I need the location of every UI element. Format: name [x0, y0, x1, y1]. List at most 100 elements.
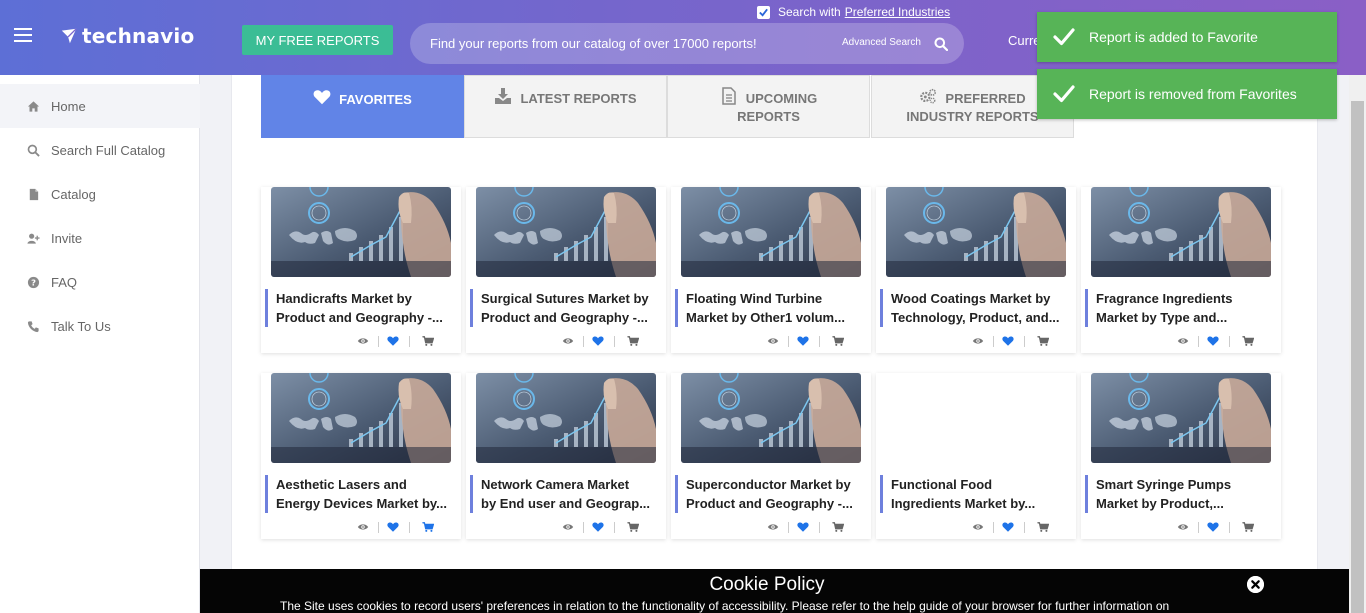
cart-icon[interactable]: [421, 334, 435, 348]
tab-favorites[interactable]: FAVORITES: [261, 75, 464, 138]
report-thumbnail[interactable]: [271, 373, 451, 463]
report-thumbnail[interactable]: [476, 373, 656, 463]
report-thumbnail[interactable]: [1091, 187, 1271, 277]
favorite-heart-icon[interactable]: [591, 520, 605, 534]
cart-icon[interactable]: [626, 334, 640, 348]
close-cookie-button[interactable]: [1247, 576, 1264, 593]
report-card[interactable]: Fragrance Ingredients Market by Type and.…: [1081, 187, 1281, 353]
cart-icon[interactable]: [831, 334, 845, 348]
favorite-heart-icon[interactable]: [796, 520, 810, 534]
sidebar-item-home[interactable]: Home: [0, 84, 200, 128]
favorite-heart-icon[interactable]: [386, 334, 400, 348]
toast-added-favorite[interactable]: Report is added to Favorite: [1037, 12, 1337, 62]
report-title-line1: Network Camera Market: [481, 477, 630, 492]
view-icon[interactable]: [356, 334, 370, 348]
report-title-line2: Technology, Product, and...: [891, 310, 1060, 325]
preferred-checkbox[interactable]: [757, 5, 770, 19]
favorite-heart-icon[interactable]: [796, 334, 810, 348]
tab-upcoming-reports[interactable]: UPCOMING REPORTS: [667, 75, 870, 138]
report-thumbnail[interactable]: [886, 373, 1066, 463]
file-icon: [26, 187, 40, 201]
report-card[interactable]: Smart Syringe Pumps Market by Product,...: [1081, 373, 1281, 539]
view-icon[interactable]: [1176, 334, 1190, 348]
report-thumbnail[interactable]: [681, 187, 861, 277]
tab-latest-reports[interactable]: LATEST REPORTS: [464, 75, 667, 138]
report-card[interactable]: Network Camera Market by End user and Geo…: [466, 373, 666, 539]
report-title-line2: Ingredients Market by...: [891, 496, 1036, 511]
report-card[interactable]: Handicrafts Market by Product and Geograp…: [261, 187, 461, 353]
report-thumbnail[interactable]: [1091, 373, 1271, 463]
sidebar-item-label: Talk To Us: [51, 318, 111, 334]
cart-icon[interactable]: [1036, 334, 1050, 348]
cart-icon[interactable]: [421, 520, 435, 534]
sidebar-item-talk-to-us[interactable]: Talk To Us: [0, 304, 200, 348]
technavio-logo[interactable]: technavio: [60, 24, 194, 48]
report-title-line2: Market by Type and...: [1096, 310, 1228, 325]
report-thumbnail[interactable]: [681, 373, 861, 463]
currency-selector[interactable]: Curre: [1008, 33, 1041, 48]
sidebar-item-search-full-catalog[interactable]: Search Full Catalog: [0, 128, 200, 172]
favorite-heart-icon[interactable]: [591, 334, 605, 348]
cookie-banner: Cookie Policy The Site uses cookies to r…: [200, 569, 1349, 613]
report-title[interactable]: Functional Food Ingredients Market by...: [880, 475, 1070, 513]
close-icon: [1247, 576, 1264, 593]
favorite-heart-icon[interactable]: [1001, 334, 1015, 348]
report-thumbnail[interactable]: [271, 187, 451, 277]
report-title[interactable]: Smart Syringe Pumps Market by Product,...: [1085, 475, 1275, 513]
view-icon[interactable]: [561, 520, 575, 534]
favorite-heart-icon[interactable]: [1206, 334, 1220, 348]
view-icon[interactable]: [971, 520, 985, 534]
search-bar[interactable]: Find your reports from our catalog of ov…: [410, 23, 964, 64]
advanced-search-link[interactable]: Advanced Search: [842, 37, 921, 48]
sidebar-item-faq[interactable]: ? FAQ: [0, 260, 200, 304]
report-card[interactable]: Functional Food Ingredients Market by...: [876, 373, 1076, 539]
report-card[interactable]: Wood Coatings Market by Technology, Produ…: [876, 187, 1076, 353]
report-card[interactable]: Floating Wind Turbine Market by Other1 vo…: [671, 187, 871, 353]
cart-icon[interactable]: [1241, 520, 1255, 534]
report-title[interactable]: Aesthetic Lasers and Energy Devices Marke…: [265, 475, 455, 513]
view-icon[interactable]: [356, 520, 370, 534]
preferred-industries-link[interactable]: Preferred Industries: [845, 5, 950, 19]
view-icon[interactable]: [766, 520, 780, 534]
toast-message: Report is added to Favorite: [1089, 29, 1258, 45]
sidebar-item-catalog[interactable]: Catalog: [0, 172, 200, 216]
report-title-line1: Floating Wind Turbine: [686, 291, 823, 306]
report-card[interactable]: Superconductor Market by Product and Geog…: [671, 373, 871, 539]
favorite-heart-icon[interactable]: [1206, 520, 1220, 534]
toast-removed-favorite[interactable]: Report is removed from Favorites: [1037, 69, 1337, 119]
favorite-heart-icon[interactable]: [1001, 520, 1015, 534]
report-card[interactable]: Aesthetic Lasers and Energy Devices Marke…: [261, 373, 461, 539]
report-title-line2: Market by Other1 volum...: [686, 310, 845, 325]
report-thumbnail[interactable]: [476, 187, 656, 277]
view-icon[interactable]: [766, 334, 780, 348]
cart-icon[interactable]: [1036, 520, 1050, 534]
scrollbar-thumb[interactable]: [1351, 101, 1364, 613]
page-scrollbar[interactable]: [1349, 75, 1366, 613]
view-icon[interactable]: [561, 334, 575, 348]
report-title-line1: Handicrafts Market by: [276, 291, 412, 306]
menu-icon[interactable]: [14, 28, 32, 42]
report-title[interactable]: Floating Wind Turbine Market by Other1 vo…: [675, 289, 865, 327]
report-title[interactable]: Fragrance Ingredients Market by Type and.…: [1085, 289, 1275, 327]
report-actions: [561, 334, 651, 348]
view-icon[interactable]: [1176, 520, 1190, 534]
favorite-heart-icon[interactable]: [386, 520, 400, 534]
report-title[interactable]: Wood Coatings Market by Technology, Produ…: [880, 289, 1070, 327]
report-title-line2: Energy Devices Market by...: [276, 496, 448, 511]
cart-icon[interactable]: [626, 520, 640, 534]
report-thumbnail[interactable]: [886, 187, 1066, 277]
report-card[interactable]: Surgical Sutures Market by Product and Ge…: [466, 187, 666, 353]
view-icon[interactable]: [971, 334, 985, 348]
report-title[interactable]: Network Camera Market by End user and Geo…: [470, 475, 660, 513]
search-icon[interactable]: [934, 37, 948, 51]
report-title[interactable]: Surgical Sutures Market by Product and Ge…: [470, 289, 660, 327]
my-free-reports-button[interactable]: MY FREE REPORTS: [242, 25, 393, 55]
report-title[interactable]: Handicrafts Market by Product and Geograp…: [265, 289, 455, 327]
tab-label: PREFERRED: [945, 90, 1026, 106]
report-title[interactable]: Superconductor Market by Product and Geog…: [675, 475, 865, 513]
cart-icon[interactable]: [1241, 334, 1255, 348]
cart-icon[interactable]: [831, 520, 845, 534]
search-input[interactable]: Find your reports from our catalog of ov…: [430, 36, 757, 51]
report-actions: [766, 334, 856, 348]
sidebar-item-invite[interactable]: Invite: [0, 216, 200, 260]
